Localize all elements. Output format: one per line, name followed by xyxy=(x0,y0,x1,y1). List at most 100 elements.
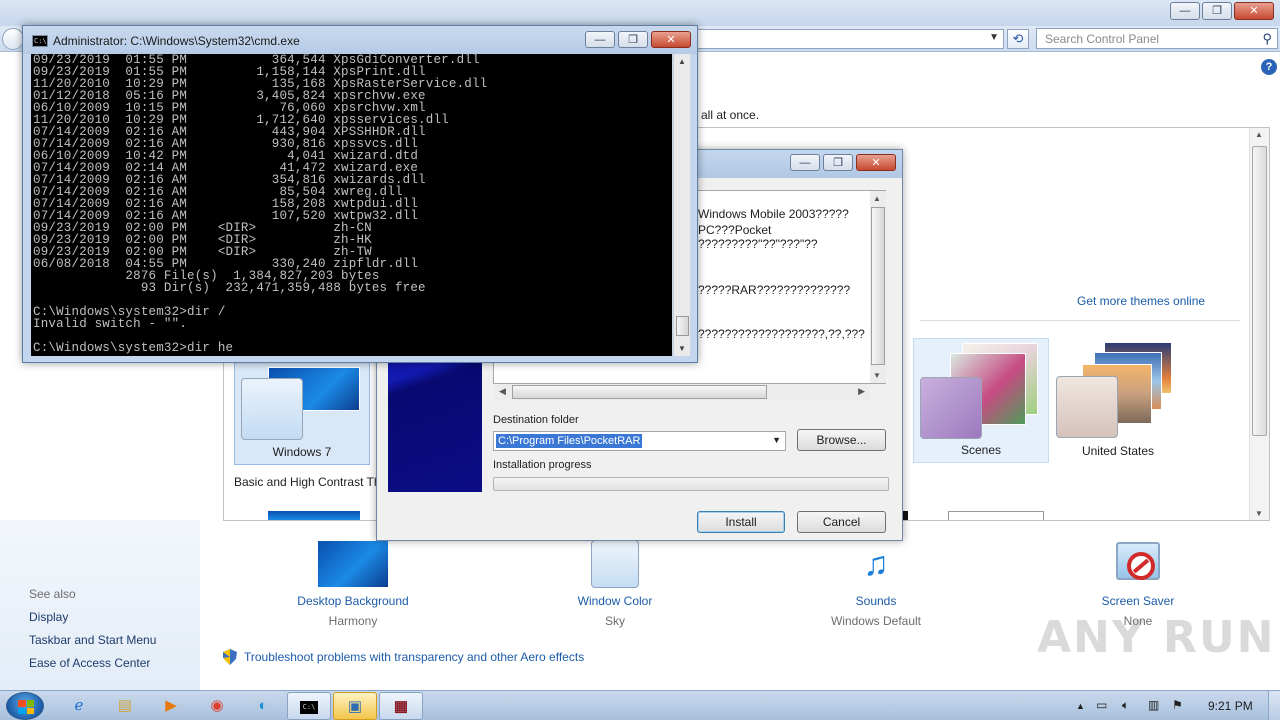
clock[interactable]: 9:21 PM xyxy=(1208,699,1253,713)
cp-minimize-button[interactable]: — xyxy=(1170,2,1200,20)
scroll-thumb[interactable] xyxy=(512,385,767,399)
cp-caption-buttons: — ❐ ✕ xyxy=(1170,2,1274,20)
volume-icon[interactable]: 🔈︎ xyxy=(1122,698,1129,713)
theme-label: United States xyxy=(1081,444,1155,458)
installer-close-button[interactable]: ✕ xyxy=(856,154,896,171)
destination-folder-combo[interactable]: C:\Program Files\PocketRAR ▼ xyxy=(493,431,786,451)
scroll-thumb[interactable] xyxy=(871,207,885,365)
explorer-icon[interactable]: ▤ xyxy=(103,692,147,720)
internet-explorer-icon[interactable]: ℯ xyxy=(57,692,101,720)
chevron-down-icon[interactable]: ▼ xyxy=(989,32,999,43)
license-line: ???????????????????,??,??? xyxy=(698,327,865,341)
control-panel-icon[interactable]: ▣ xyxy=(333,692,377,720)
installation-progress-bar xyxy=(493,477,889,491)
anyrun-watermark: ANY RUN xyxy=(1037,612,1276,663)
window-color-link[interactable]: Window Color xyxy=(535,594,695,608)
theme-color-swatch xyxy=(241,378,303,440)
cmd-lines: 09/23/2019 01:55 PM 364,544 XpsGdiConver… xyxy=(33,54,672,354)
flag-icon[interactable]: ⚑ xyxy=(1172,698,1183,712)
scroll-down-icon[interactable]: ▼ xyxy=(873,371,881,380)
cmd-output-line: 93 Dir(s) 232,471,359,488 bytes free xyxy=(33,281,426,295)
media-player-icon[interactable]: ▶ xyxy=(149,692,193,720)
theme-preview-image xyxy=(948,511,1044,520)
desktop-background-setting[interactable]: Desktop Background Harmony xyxy=(273,540,433,628)
license-line: ?????????"??"???"?? xyxy=(698,237,818,251)
license-line: PC???Pocket xyxy=(698,223,772,237)
desktop-background-link[interactable]: Desktop Background xyxy=(273,594,433,608)
theme-scenes[interactable]: Scenes xyxy=(913,338,1049,463)
cmd-minimize-button[interactable]: — xyxy=(585,31,615,48)
theme-color-swatch xyxy=(1056,376,1118,438)
cp-close-button[interactable]: ✕ xyxy=(1234,2,1274,20)
cmd-titlebar[interactable]: C:\ Administrator: C:\Windows\System32\c… xyxy=(23,26,697,54)
scroll-up-icon[interactable]: ▲ xyxy=(678,57,686,66)
scroll-down-icon[interactable]: ▼ xyxy=(1255,509,1263,518)
license-line: ?????RAR?????????????? xyxy=(698,283,851,297)
action-center-icon[interactable]: ▭ xyxy=(1096,698,1107,712)
window-color-setting[interactable]: Window Color Sky xyxy=(535,540,695,628)
cmd-console-output[interactable]: 09/23/2019 01:55 PM 364,544 XpsGdiConver… xyxy=(31,54,672,356)
scroll-up-icon[interactable]: ▲ xyxy=(873,194,881,203)
cancel-button[interactable]: Cancel xyxy=(797,511,886,533)
cmd-close-button[interactable]: ✕ xyxy=(651,31,691,48)
see-also-ease-of-access-link[interactable]: Ease of Access Center xyxy=(29,656,150,670)
installer-maximize-button[interactable]: ❐ xyxy=(823,154,853,171)
see-also-taskbar-link[interactable]: Taskbar and Start Menu xyxy=(29,633,156,647)
cmd-icon: C:\ xyxy=(32,35,48,47)
install-button[interactable]: Install xyxy=(697,511,785,533)
themes-scrollbar[interactable]: ▲ ▼ xyxy=(1249,128,1269,520)
installation-progress-label: Installation progress xyxy=(493,459,592,471)
address-field[interactable]: ▼ xyxy=(698,29,1004,49)
cmd-window-title: Administrator: C:\Windows\System32\cmd.e… xyxy=(53,34,300,48)
cmd-caption-buttons: — ❐ ✕ xyxy=(585,31,691,48)
troubleshoot-link[interactable]: Troubleshoot problems with transparency … xyxy=(244,650,584,664)
winrar-icon[interactable]: ▦ xyxy=(379,692,423,720)
cmd-output-line: C:\Windows\system32>dir he xyxy=(33,341,234,355)
refresh-icon[interactable]: ⟲ xyxy=(1007,29,1029,49)
help-icon[interactable]: ? xyxy=(1261,59,1277,75)
scroll-up-icon[interactable]: ▲ xyxy=(1255,130,1263,139)
search-icon[interactable]: ⚲ xyxy=(1262,31,1272,47)
search-input[interactable]: Search Control Panel ⚲ xyxy=(1036,28,1278,49)
license-horizontal-scrollbar[interactable]: ◀ ▶ xyxy=(494,384,870,400)
browse-button[interactable]: Browse... xyxy=(797,429,886,451)
cp-maximize-button[interactable]: ❐ xyxy=(1202,2,1232,20)
chrome-icon[interactable]: ◉ xyxy=(195,692,239,720)
theme-label: Scenes xyxy=(960,443,1002,457)
cmd-window: C:\ Administrator: C:\Windows\System32\c… xyxy=(22,25,698,363)
screen-saver-link[interactable]: Screen Saver xyxy=(1058,594,1218,608)
cmd-output-line: Invalid switch - "". xyxy=(33,317,188,331)
edge-icon[interactable]: ◐ xyxy=(241,692,285,720)
no-entry-icon xyxy=(1127,552,1155,580)
license-vertical-scrollbar[interactable]: ▲ ▼ xyxy=(870,191,886,383)
chevron-down-icon[interactable]: ▼ xyxy=(772,435,781,445)
back-button[interactable] xyxy=(2,28,24,50)
search-placeholder: Search Control Panel xyxy=(1045,32,1160,46)
basic-high-contrast-heading: Basic and High Contrast Th xyxy=(234,475,376,489)
network-icon[interactable]: ▥ xyxy=(1148,698,1159,712)
sounds-link[interactable]: Sounds xyxy=(796,594,956,608)
sounds-value: Windows Default xyxy=(830,614,922,628)
license-line: Windows Mobile 2003????? xyxy=(698,207,849,221)
desktop-background-value: Harmony xyxy=(328,614,378,628)
divider xyxy=(920,320,1240,321)
theme-united-states[interactable]: United States xyxy=(1050,338,1186,463)
scroll-left-icon[interactable]: ◀ xyxy=(499,386,506,397)
scroll-thumb[interactable] xyxy=(1252,146,1267,436)
scroll-thumb[interactable] xyxy=(676,316,689,336)
installer-minimize-button[interactable]: — xyxy=(790,154,820,171)
scroll-right-icon[interactable]: ▶ xyxy=(858,386,865,397)
cmd-maximize-button[interactable]: ❐ xyxy=(618,31,648,48)
get-more-themes-link[interactable]: Get more themes online xyxy=(1077,294,1205,308)
see-also-display-link[interactable]: Display xyxy=(29,610,68,624)
cmd-taskbar-button[interactable]: C:\ xyxy=(287,692,331,720)
cmd-scrollbar[interactable]: ▲ ▼ xyxy=(673,54,690,356)
show-desktop-button[interactable] xyxy=(1268,691,1280,720)
destination-folder-value[interactable]: C:\Program Files\PocketRAR xyxy=(496,434,643,448)
scroll-down-icon[interactable]: ▼ xyxy=(678,344,686,353)
show-hidden-icons-icon[interactable]: ▲ xyxy=(1076,701,1085,711)
windows-logo-icon xyxy=(18,700,34,714)
desktop-background-icon xyxy=(317,540,389,588)
sounds-setting[interactable]: ♫ Sounds Windows Default xyxy=(796,540,956,628)
start-button[interactable] xyxy=(6,692,44,720)
